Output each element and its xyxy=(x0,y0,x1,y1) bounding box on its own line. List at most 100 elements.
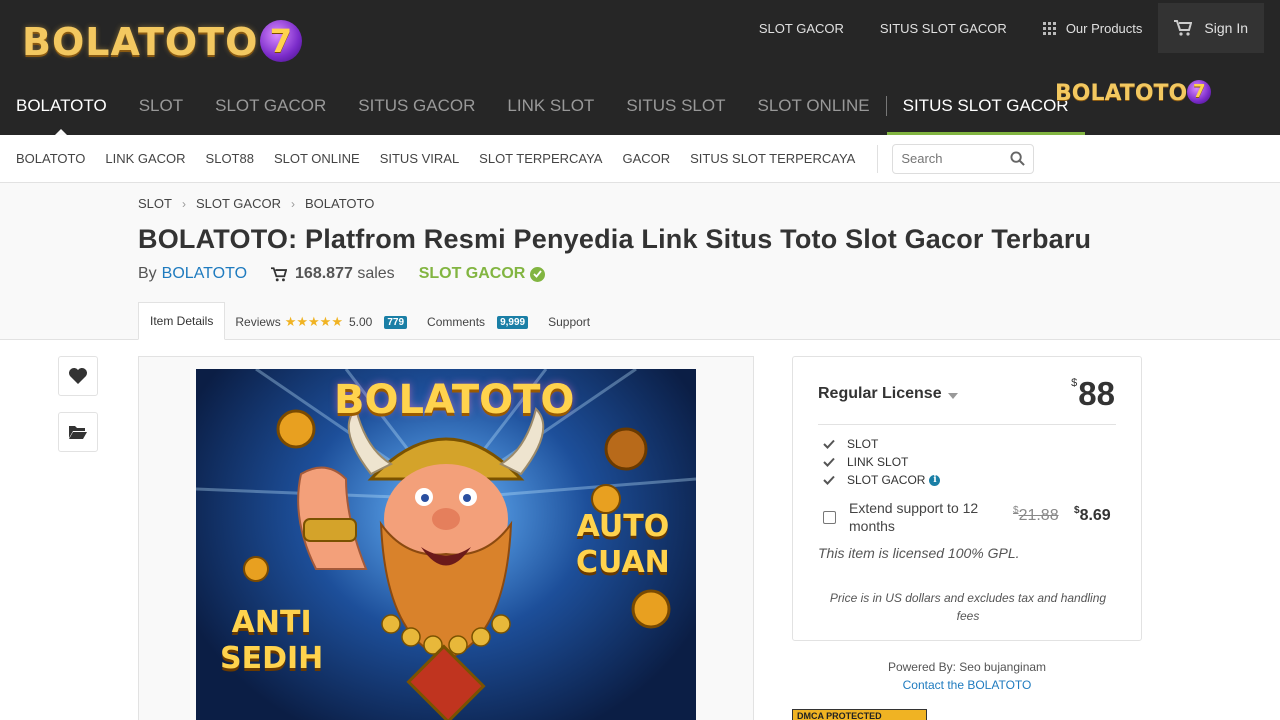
license-name: Regular License xyxy=(818,385,942,402)
signin-button[interactable]: Sign In xyxy=(1158,3,1264,53)
rating-value: 5.00 xyxy=(349,315,373,329)
chevron-right-icon: › xyxy=(290,196,295,211)
mainnav-situs-gacor[interactable]: SITUS GACOR xyxy=(342,78,491,135)
reviews-count-badge: 779 xyxy=(384,315,408,329)
cart-icon xyxy=(1174,20,1193,36)
new-price-value: 8.69 xyxy=(1079,507,1111,524)
currency-symbol: $ xyxy=(1013,505,1019,516)
chevron-down-icon xyxy=(947,392,958,399)
mainnav-link-slot[interactable]: LINK SLOT xyxy=(491,78,610,135)
license-feature-label: LINK SLOT xyxy=(847,455,909,469)
cart-icon xyxy=(271,266,288,281)
subnav-slot-terpercaya[interactable]: SLOT TERPERCAYA xyxy=(469,151,612,166)
comments-label: Comments xyxy=(427,315,486,329)
hero-right-line-2: CUAN xyxy=(576,545,670,580)
search-icon[interactable] xyxy=(1010,151,1026,166)
subnav-slot88[interactable]: SLOT88 xyxy=(196,151,264,166)
check-icon xyxy=(823,475,835,485)
tab-comments[interactable]: Comments 9,999 xyxy=(417,304,538,340)
secondary-logo: BOLATOTO 7 xyxy=(1055,80,1212,108)
new-support-price: $8.69 xyxy=(1074,505,1111,525)
sales-number: 168.877 xyxy=(295,265,353,282)
signin-label: Sign In xyxy=(1204,20,1248,36)
tab-support[interactable]: Support xyxy=(538,304,600,340)
dmca-badge[interactable]: DMCA PROTECTED xyxy=(792,709,927,720)
license-feature: SLOT xyxy=(823,437,878,451)
old-support-price: $21.88 xyxy=(1013,505,1059,525)
page-title: BOLATOTO: Platfrom Resmi Penyedia Link S… xyxy=(138,224,1092,254)
main-nav: BOLATOTO SLOT SLOT GACOR SITUS GACOR LIN… xyxy=(0,78,1085,135)
sales-label: sales xyxy=(357,265,395,282)
extend-support: Extend support to 12 months xyxy=(823,499,999,535)
mainnav-slot-gacor[interactable]: SLOT GACOR xyxy=(199,78,342,135)
hero-left-line-2: SEDIH xyxy=(220,641,324,676)
hero-left-text: ANTI SEDIH xyxy=(220,605,323,677)
price-value: 88 xyxy=(1078,375,1115,412)
mainnav-bolatoto[interactable]: BOLATOTO xyxy=(0,78,123,135)
currency-symbol: $ xyxy=(1074,505,1080,516)
subnav-link-gacor[interactable]: LINK GACOR xyxy=(95,151,195,166)
collection-button[interactable] xyxy=(58,412,98,452)
contact-link[interactable]: Contact the BOLATOTO xyxy=(792,676,1142,694)
powered-by-text: Powered By: Seo bujanginam xyxy=(887,660,1047,674)
powered-by: Powered By: Seo bujanginam Contact the B… xyxy=(792,658,1142,694)
subnav-situs-viral[interactable]: SITUS VIRAL xyxy=(370,151,469,166)
item-tabs: Item Details Reviews ★★★★★ 5.00 779 Comm… xyxy=(138,302,600,340)
license-divider xyxy=(818,424,1116,425)
currency-symbol: $ xyxy=(1071,377,1078,389)
star-rating-icon: ★★★★★ xyxy=(284,314,343,329)
license-feature-label: SLOT xyxy=(847,437,879,451)
author-link[interactable]: BOLATOTO xyxy=(162,265,247,283)
favorite-button[interactable] xyxy=(58,356,98,396)
tab-reviews[interactable]: Reviews ★★★★★ 5.00 779 xyxy=(225,304,417,340)
gpl-note: This item is licensed 100% GPL. xyxy=(818,545,1020,561)
our-products-link[interactable]: Our Products xyxy=(1042,20,1143,36)
license-panel: Regular License $88 SLOT LINK SLOT SLOT … xyxy=(792,356,1142,641)
topnav-slot-gacor[interactable]: SLOT GACOR xyxy=(759,21,844,36)
hero-right-text: AUTO CUAN xyxy=(576,509,670,581)
breadcrumb-item[interactable]: SLOT GACOR xyxy=(196,196,281,211)
status-badge: SLOT GACOR xyxy=(418,265,526,282)
info-icon[interactable]: i xyxy=(929,474,941,486)
extend-support-checkbox[interactable] xyxy=(823,511,836,524)
search-input[interactable] xyxy=(901,151,1002,166)
secondary-logo-text: BOLATOTO xyxy=(1055,81,1188,106)
preview-image[interactable]: BOLATOTO AUTO CUAN ANTI SEDIH xyxy=(196,369,696,720)
our-products-label: Our Products xyxy=(1065,20,1143,36)
subnav-slot-online[interactable]: SLOT ONLINE xyxy=(264,151,370,166)
extend-support-label: Extend support to 12 months xyxy=(849,500,979,534)
reviews-label: Reviews xyxy=(235,315,281,329)
subnav-divider xyxy=(877,144,879,173)
breadcrumb-item[interactable]: BOLATOTO xyxy=(305,196,374,211)
check-circle-icon xyxy=(530,266,546,282)
license-feature-label: SLOT GACOR xyxy=(847,473,926,487)
secondary-logo-digit: 7 xyxy=(1187,80,1212,104)
tab-item-details[interactable]: Item Details xyxy=(138,302,226,340)
license-feature: SLOT GACOR i xyxy=(823,473,941,487)
mainnav-slot[interactable]: SLOT xyxy=(123,78,199,135)
license-price: $88 xyxy=(1071,375,1115,413)
logo-text: BOLATOTO xyxy=(22,20,259,64)
comments-count-badge: 9,999 xyxy=(497,315,529,329)
site-logo[interactable]: BOLATOTO 7 xyxy=(22,20,303,64)
sales-count: 168.877 sales xyxy=(295,265,395,283)
top-nav: SLOT GACOR SITUS SLOT GACOR Our Products… xyxy=(723,0,1264,56)
mainnav-situs-slot[interactable]: SITUS SLOT xyxy=(610,78,741,135)
heart-icon xyxy=(69,368,87,384)
subnav-bolatoto[interactable]: BOLATOTO xyxy=(6,151,95,166)
mainnav-slot-online[interactable]: SLOT ONLINE xyxy=(742,78,886,135)
breadcrumb-item[interactable]: SLOT xyxy=(138,196,172,211)
license-feature: LINK SLOT xyxy=(823,455,908,469)
grid-icon xyxy=(1042,21,1056,35)
hero-left-line-1: ANTI xyxy=(231,605,312,640)
folder-open-icon xyxy=(69,426,87,439)
subnav-situs-slot-terpercaya[interactable]: SITUS SLOT TERPERCAYA xyxy=(680,151,865,166)
check-icon xyxy=(823,439,835,449)
license-selector[interactable]: Regular License xyxy=(818,385,958,403)
topnav-situs-slot-gacor[interactable]: SITUS SLOT GACOR xyxy=(880,21,1007,36)
search-box xyxy=(892,143,1035,174)
subnav-gacor[interactable]: GACOR xyxy=(612,151,680,166)
hero-right-line-1: AUTO xyxy=(576,509,670,544)
chevron-right-icon: › xyxy=(181,196,186,211)
logo-digit: 7 xyxy=(260,20,303,62)
